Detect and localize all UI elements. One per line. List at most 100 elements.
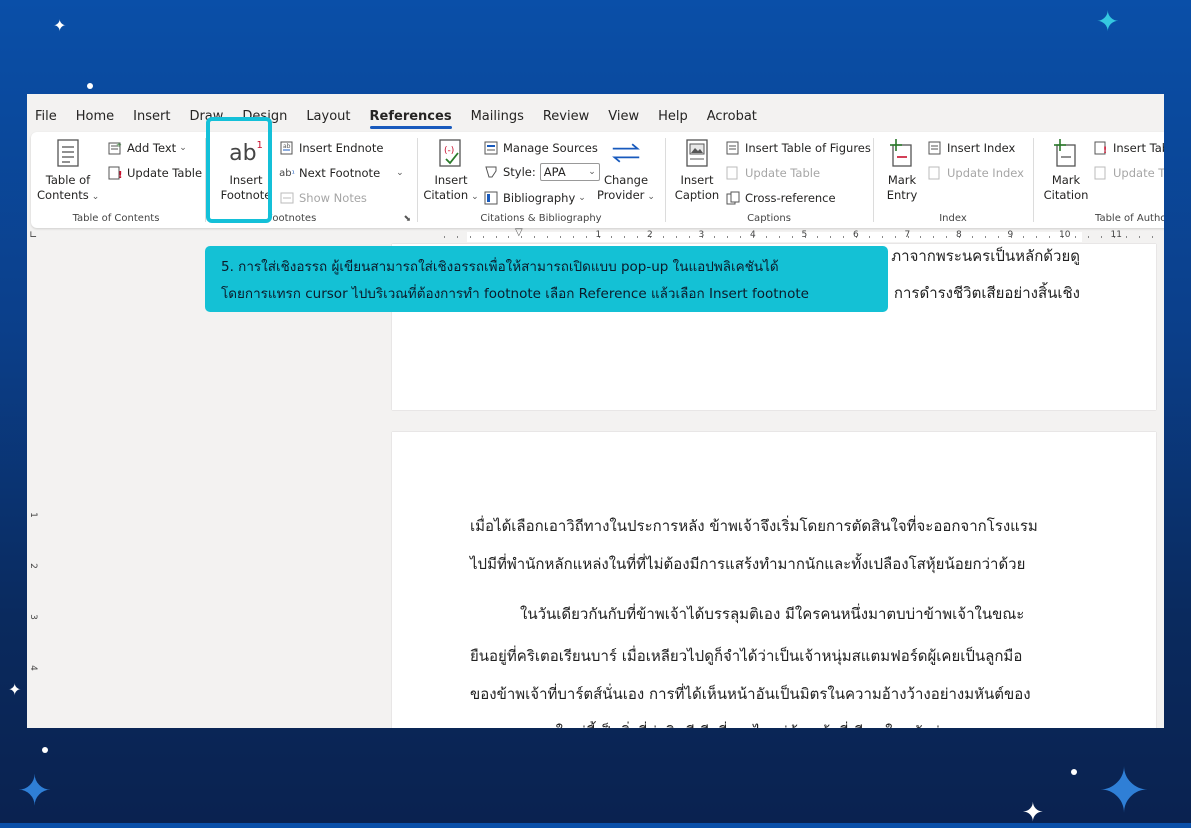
ruler-tick	[482, 236, 484, 238]
update-table-figures-button[interactable]: Update Table	[725, 165, 820, 181]
caption-icon	[682, 138, 712, 168]
ruler-tick	[714, 236, 716, 238]
sparkle-icon: ✦	[53, 16, 67, 35]
ruler-tick	[1049, 236, 1051, 238]
insert-index-label: Insert Index	[947, 141, 1016, 155]
horizontal-ruler[interactable]: ∟ 1 2 3 4 5 6 7 8 9 10 11 ▽	[27, 227, 1164, 244]
chevron-down-icon: ⌄	[471, 192, 479, 202]
style-label: Style:	[503, 165, 536, 179]
insert-table-authorities-button[interactable]: ! Insert Table	[1093, 140, 1164, 156]
tab-selector-icon[interactable]: ∟	[29, 230, 37, 241]
vruler-number: 1	[27, 512, 38, 518]
ruler-number: 11	[1110, 230, 1122, 240]
update-index-icon	[927, 165, 943, 181]
insert-footnote-highlight	[206, 117, 272, 223]
ruler-tick	[765, 236, 767, 238]
ruler-number: 4	[750, 230, 756, 240]
document-list-icon	[53, 138, 83, 168]
page-text-line: ในวันเดียวกันกับที่ข้าพเจ้าได้บรรลุมติเอ…	[520, 605, 1025, 623]
sparkle-icon: ✦	[17, 766, 53, 815]
page-text-line: เมื่อได้เลือกเอาวิถีทางในประการหลัง ข้าพ…	[470, 517, 1038, 535]
tab-view[interactable]: View	[608, 109, 639, 132]
chevron-down-icon[interactable]: ⌄	[396, 168, 404, 178]
insert-caption-label: Insert Caption	[674, 173, 720, 202]
next-footnote-button[interactable]: ab ¹ Next Footnote ⌄	[279, 165, 404, 181]
callout-line: โดยการแทรก cursor ไปบริเวณที่ต้องการทำ f…	[221, 286, 809, 302]
tab-insert[interactable]: Insert	[133, 109, 170, 132]
style-dropdown[interactable]: APA ⌄	[539, 163, 600, 181]
dot-decoration	[42, 747, 48, 753]
insert-caption-button[interactable]: Insert Caption	[673, 136, 721, 203]
group-table-of-contents: Table of Contents⌄ + Add Text⌄ ! Update …	[31, 132, 202, 228]
insert-index-icon	[927, 140, 943, 156]
ruler-tick	[830, 236, 832, 238]
insert-table-of-figures-button[interactable]: Insert Table of Figures	[725, 140, 871, 156]
tab-file[interactable]: File	[35, 109, 57, 132]
chevron-down-icon: ⌄	[588, 167, 596, 177]
group-captions: Insert Caption Insert Table of Figures U…	[667, 132, 871, 228]
style-icon	[483, 164, 499, 180]
vruler-number: 2	[27, 563, 38, 569]
next-footnote-icon: ab ¹	[279, 167, 295, 179]
ruler-number: 5	[801, 230, 808, 240]
ruler-tick	[997, 236, 999, 238]
ruler-number: 3	[698, 230, 705, 240]
bibliography-button[interactable]: Bibliography ⌄	[483, 190, 586, 206]
vertical-ruler[interactable]: 1 2 3 4	[27, 244, 43, 728]
show-notes-button[interactable]: Show Notes	[279, 190, 367, 206]
ruler-tick	[444, 236, 445, 238]
group-table-of-authorities: Mark Citation ! Insert Table Update Ta T…	[1035, 132, 1164, 228]
group-separator	[1033, 138, 1034, 222]
manage-sources-button[interactable]: Manage Sources	[483, 140, 598, 156]
page-2[interactable]: เมื่อได้เลือกเอาวิถีทางในประการหลัง ข้าพ…	[392, 432, 1156, 728]
update-table-label: Update Ta	[1113, 166, 1164, 180]
dialog-launcher-icon[interactable]: ⬊	[403, 214, 411, 224]
group-label: Table of Autho	[1095, 213, 1164, 224]
ruler-tick	[559, 236, 561, 238]
ruler-number: 6	[853, 230, 859, 240]
ruler-tick	[894, 236, 896, 238]
insert-index-button[interactable]: Insert Index	[927, 140, 1015, 156]
ruler-tick	[469, 236, 471, 238]
tab-help[interactable]: Help	[658, 109, 688, 132]
insert-table-label: Insert Table	[1113, 141, 1164, 155]
ruler-number: 9	[1007, 230, 1014, 240]
group-label: Captions	[747, 213, 791, 224]
ruler-tick	[508, 236, 510, 238]
svg-text:ab: ab	[283, 143, 291, 150]
update-table-button[interactable]: ! Update Table	[107, 165, 202, 181]
tab-mailings[interactable]: Mailings	[471, 109, 524, 132]
ruler-tick	[1036, 236, 1038, 238]
word-window: File Home Insert Draw Design Layout Refe…	[27, 94, 1164, 728]
ruler-tick	[1074, 236, 1076, 238]
mark-entry-label: Mark Entry	[886, 173, 918, 202]
group-label: Footnotes	[267, 213, 317, 224]
cross-reference-button[interactable]: Cross-reference	[725, 190, 836, 206]
tab-acrobat[interactable]: Acrobat	[707, 109, 757, 132]
tab-layout[interactable]: Layout	[306, 109, 350, 132]
table-of-contents-button[interactable]: Table of Contents ⌄	[37, 136, 99, 205]
insert-citation-label: Insert Citation	[423, 173, 469, 202]
ruler-tick	[624, 236, 626, 238]
update-table-authorities-button[interactable]: Update Ta	[1093, 165, 1164, 181]
ruler-tick	[1100, 236, 1102, 238]
update-index-button[interactable]: Update Index	[927, 165, 1024, 181]
mark-entry-button[interactable]: Mark Entry	[881, 136, 923, 203]
tab-review[interactable]: Review	[543, 109, 589, 132]
style-selector: Style: APA ⌄	[483, 163, 600, 181]
svg-text:!: !	[118, 170, 122, 180]
tab-home[interactable]: Home	[76, 109, 114, 132]
indent-marker-icon[interactable]: ▽	[515, 227, 523, 238]
ruler-tick	[971, 236, 973, 238]
group-label: Citations & Bibliography	[480, 213, 602, 224]
sparkle-icon: ✦	[1098, 754, 1150, 827]
callout-line: 5. การใส่เชิงอรรถ ผู้เขียนสามารถใส่เชิงอ…	[221, 259, 779, 275]
ruler-tick	[843, 236, 845, 238]
add-text-button[interactable]: + Add Text ⌄	[107, 140, 187, 156]
ruler-tick	[662, 236, 664, 238]
insert-citation-button[interactable]: (-) Insert Citation ⌄	[423, 136, 479, 205]
tab-references[interactable]: References	[369, 109, 452, 132]
insert-endnote-button[interactable]: ab Insert Endnote	[279, 140, 383, 156]
mark-citation-button[interactable]: Mark Citation	[1041, 136, 1091, 203]
change-provider-button[interactable]: Change Provider ⌄	[597, 136, 655, 205]
